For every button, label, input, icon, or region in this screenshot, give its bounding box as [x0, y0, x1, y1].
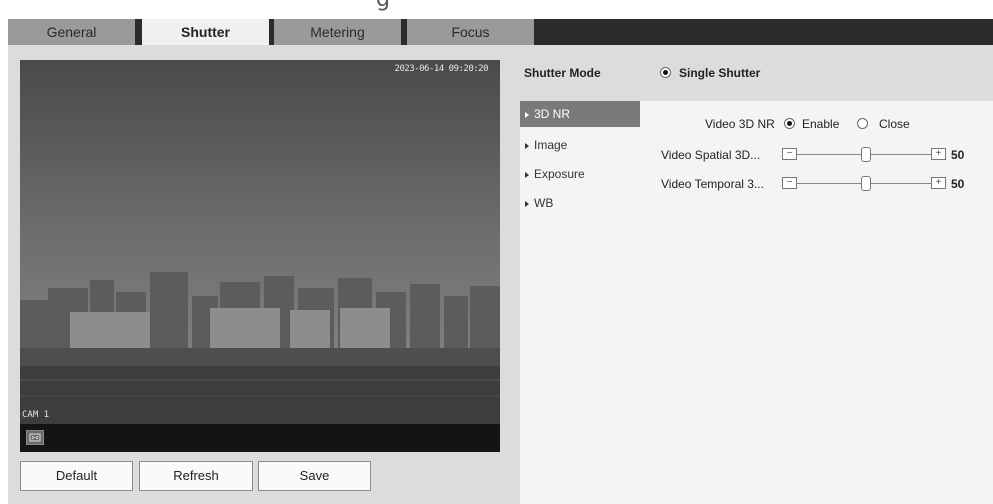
- temporal-label: Video Temporal 3...: [661, 177, 764, 191]
- chevron-right-icon: [525, 200, 529, 207]
- tab-focus[interactable]: Focus: [407, 19, 534, 45]
- spatial-label: Video Spatial 3D...: [661, 148, 761, 162]
- tab-general[interactable]: General: [8, 19, 135, 45]
- menu-item-label: Exposure: [534, 167, 585, 181]
- close-radio[interactable]: [857, 118, 868, 129]
- window-title-text: g: [376, 0, 390, 12]
- chevron-right-icon: [525, 111, 529, 118]
- save-button[interactable]: Save: [258, 461, 371, 491]
- chevron-right-icon: [525, 171, 529, 178]
- channel-label: CAM 1: [22, 410, 50, 420]
- window-title-fragment: g: [0, 0, 993, 18]
- temporal-slider-thumb[interactable]: [861, 176, 871, 191]
- spatial-increase-button[interactable]: +: [931, 148, 946, 160]
- fullscreen-icon: [29, 433, 41, 442]
- shutter-mode-radio[interactable]: [660, 67, 671, 78]
- live-video-preview: 2023-06-14 09:20:20 CAM 1: [20, 60, 500, 452]
- chevron-right-icon: [525, 142, 529, 149]
- video-scene: [20, 60, 500, 424]
- shutter-mode-label: Shutter Mode: [524, 66, 601, 80]
- temporal-increase-button[interactable]: +: [931, 177, 946, 189]
- close-label: Close: [879, 117, 910, 131]
- menu-item-image[interactable]: Image: [520, 132, 640, 158]
- fullscreen-button[interactable]: [26, 430, 44, 445]
- refresh-button[interactable]: Refresh: [139, 461, 253, 491]
- spatial-value: 50: [951, 148, 965, 162]
- temporal-decrease-button[interactable]: −: [782, 177, 797, 189]
- menu-item-label: WB: [534, 196, 554, 210]
- video-3d-nr-label: Video 3D NR: [705, 117, 775, 131]
- menu-item-label: 3D NR: [534, 107, 571, 121]
- video-timestamp: 2023-06-14 09:20:20: [394, 64, 489, 74]
- menu-item-label: Image: [534, 138, 568, 152]
- tab-shutter[interactable]: Shutter: [142, 19, 269, 45]
- menu-item-3d-nr[interactable]: 3D NR: [520, 101, 640, 127]
- menu-item-wb[interactable]: WB: [520, 190, 640, 216]
- enable-label: Enable: [802, 117, 840, 131]
- menu-item-exposure[interactable]: Exposure: [520, 161, 640, 187]
- spatial-slider-thumb[interactable]: [861, 147, 871, 162]
- shutter-mode-value: Single Shutter: [679, 66, 761, 80]
- tab-bar: General Shutter Metering Focus: [8, 19, 993, 45]
- default-button[interactable]: Default: [20, 461, 133, 491]
- enable-radio[interactable]: [784, 118, 795, 129]
- temporal-value: 50: [951, 177, 965, 191]
- tab-metering[interactable]: Metering: [274, 19, 401, 45]
- video-toolbar: [20, 424, 500, 452]
- spatial-decrease-button[interactable]: −: [782, 148, 797, 160]
- settings-side-menu: 3D NR Image Exposure WB: [520, 101, 640, 504]
